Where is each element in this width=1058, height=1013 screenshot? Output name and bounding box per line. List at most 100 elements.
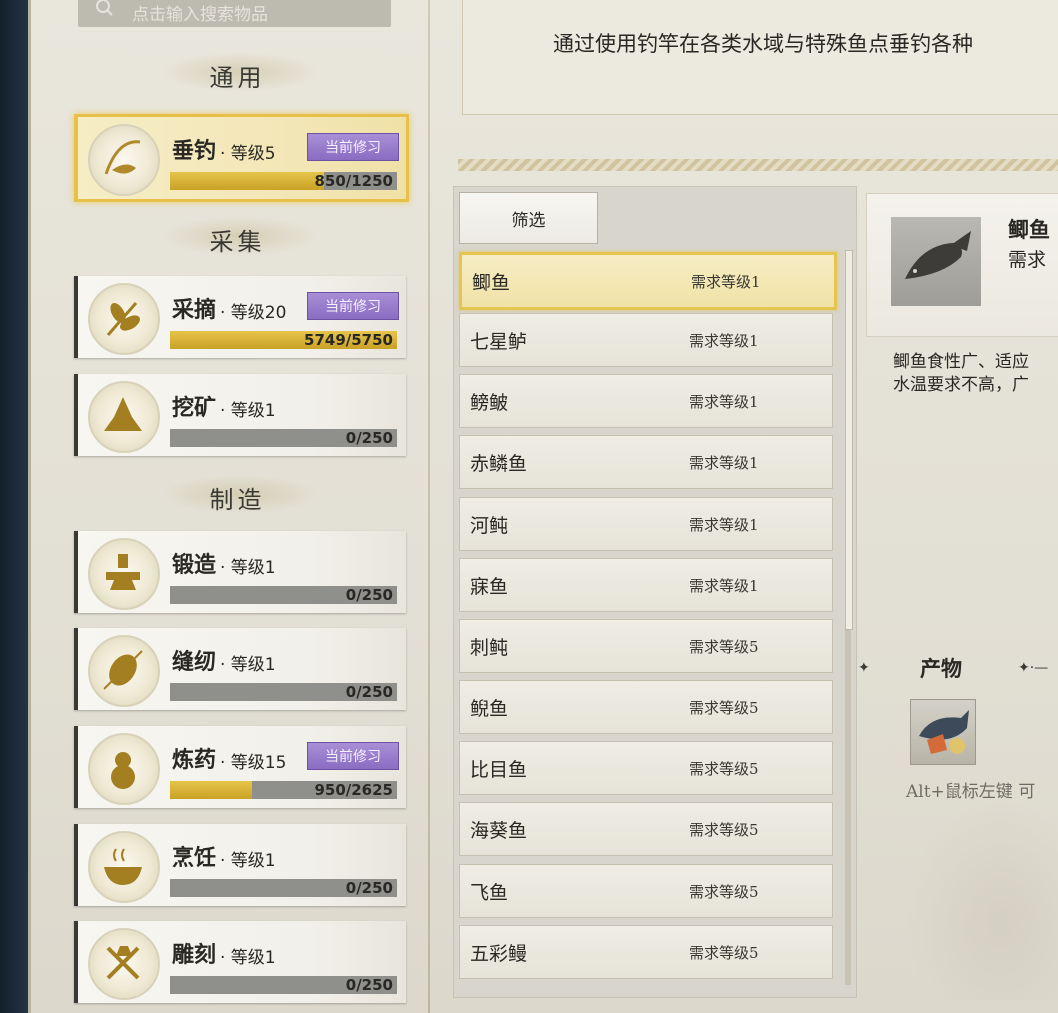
fish-name: 比目鱼 — [470, 759, 528, 781]
skill-card-sewing[interactable]: 缝纫 · 等级1 0/250 — [74, 628, 406, 710]
fish-name: 河鲀 — [470, 515, 509, 537]
cooking-bowl-icon — [88, 831, 160, 903]
detail-fish-name: 鲫鱼 — [1008, 217, 1050, 242]
diamond-ornament-icon: ✦·— — [1018, 660, 1049, 676]
fish-list-item[interactable]: 寐鱼 需求等级1 — [459, 558, 833, 612]
current-study-badge: 当前修习 — [307, 292, 399, 320]
current-study-badge: 当前修习 — [307, 742, 399, 770]
fish-list-item[interactable]: 鲫鱼 需求等级1 — [459, 252, 837, 310]
skill-level: · 等级1 — [220, 948, 276, 968]
skill-progress-text: 950/2625 — [314, 781, 393, 799]
fishing-icon — [88, 124, 160, 196]
skill-level: · 等级1 — [220, 401, 276, 421]
skill-name: 缝纫 — [172, 649, 217, 675]
anvil-icon — [88, 538, 160, 610]
fish-name: 飞鱼 — [470, 882, 509, 904]
fish-thumbnail — [891, 217, 981, 306]
column-divider — [428, 0, 430, 1013]
fish-name: 海葵鱼 — [470, 820, 528, 842]
gourd-icon — [88, 733, 160, 805]
fish-list-item[interactable]: 鲵鱼 需求等级5 — [459, 680, 833, 734]
category-title-crafting: 制造 — [209, 486, 266, 514]
search-placeholder: 点击输入搜索物品 — [132, 5, 268, 25]
skill-progress-text: 850/1250 — [314, 172, 393, 190]
skill-progress-fill — [170, 781, 253, 799]
skill-card-fishing[interactable]: 垂钓 · 等级5 当前修习 850/1250 — [74, 114, 409, 202]
fish-required-level: 需求等级1 — [689, 516, 759, 534]
fish-name: 赤鳞鱼 — [470, 453, 528, 475]
diamond-ornament-icon: ✦ — [858, 660, 870, 676]
skill-card-alchemy[interactable]: 炼药 · 等级15 当前修习 950/2625 — [74, 726, 406, 808]
fish-required-level: 需求等级1 — [691, 273, 761, 291]
skill-progress-text: 0/250 — [345, 976, 393, 994]
fish-name: 鳑鲏 — [470, 392, 509, 414]
skill-name: 雕刻 — [172, 942, 217, 968]
fish-required-level: 需求等级5 — [689, 760, 759, 778]
search-icon — [96, 0, 113, 16]
scrollbar-thumb[interactable] — [845, 250, 853, 630]
skill-progress-fill — [170, 172, 325, 190]
thread-spool-icon — [88, 635, 160, 707]
category-title-gathering: 采集 — [209, 228, 266, 256]
skill-card-carving[interactable]: 雕刻 · 等级1 0/250 — [74, 921, 406, 1003]
skill-level: · 等级5 — [220, 144, 276, 164]
fish-required-level: 需求等级1 — [689, 393, 759, 411]
fish-list-item[interactable]: 刺鲀 需求等级5 — [459, 619, 833, 673]
filter-button[interactable]: 筛选 — [459, 192, 598, 244]
skill-level: · 等级15 — [220, 753, 287, 773]
fish-list-item[interactable]: 赤鳞鱼 需求等级1 — [459, 435, 833, 489]
skill-progress-bar: 0/250 — [170, 586, 397, 604]
carving-knife-icon — [88, 928, 160, 1000]
fish-required-level: 需求等级1 — [689, 577, 759, 595]
fish-list-item[interactable]: 七星鲈 需求等级1 — [459, 313, 833, 367]
fish-required-level: 需求等级5 — [689, 699, 759, 717]
fish-list-item[interactable]: 五彩鳗 需求等级5 — [459, 925, 833, 979]
skill-progress-text: 0/250 — [345, 586, 393, 604]
skill-card-forging[interactable]: 锻造 · 等级1 0/250 — [74, 531, 406, 613]
fish-required-level: 需求等级5 — [689, 821, 759, 839]
fish-list-item[interactable]: 海葵鱼 需求等级5 — [459, 802, 833, 856]
skill-card-mining[interactable]: 挖矿 · 等级1 0/250 — [74, 374, 406, 456]
detail-description-line: 水温要求不高，广 — [893, 375, 1029, 395]
skill-progress-text: 0/250 — [345, 879, 393, 897]
product-item-slot[interactable] — [910, 699, 976, 765]
skill-name: 采摘 — [172, 297, 217, 323]
carp-icon — [905, 231, 971, 279]
fish-required-level: 需求等级1 — [689, 332, 759, 350]
skill-progress-bar: 0/250 — [170, 879, 397, 897]
category-title-general: 通用 — [209, 64, 266, 92]
skill-progress-bar: 850/1250 — [170, 172, 397, 190]
fish-name: 五彩鳗 — [470, 943, 528, 965]
detail-required-level: 需求 — [1008, 249, 1047, 271]
skill-progress-bar: 5749/5750 — [170, 331, 397, 349]
fish-required-level: 需求等级5 — [689, 638, 759, 656]
fish-name: 七星鲈 — [470, 331, 528, 353]
skill-name: 垂钓 — [172, 138, 217, 164]
product-section-title: 产物 — [920, 656, 962, 681]
product-hint-text: Alt+鼠标左键 可 — [906, 782, 1036, 802]
background-decoration — [905, 800, 1058, 1000]
fish-list-item[interactable]: 河鲀 需求等级1 — [459, 497, 833, 551]
ore-icon — [88, 381, 160, 453]
skill-card-picking[interactable]: 采摘 · 等级20 当前修习 5749/5750 — [74, 276, 406, 358]
skill-name: 锻造 — [172, 552, 217, 578]
skill-description: 通过使用钓竿在各类水域与特殊鱼点垂钓各种 — [553, 32, 973, 56]
fish-list-item[interactable]: 比目鱼 需求等级5 — [459, 741, 833, 795]
fish-name: 鲫鱼 — [472, 272, 511, 294]
decorative-wave-divider — [458, 159, 1058, 171]
skill-progress-bar: 0/250 — [170, 683, 397, 701]
fish-list-item[interactable]: 飞鱼 需求等级5 — [459, 864, 833, 918]
skill-name: 挖矿 — [172, 395, 217, 421]
fish-required-level: 需求等级5 — [689, 944, 759, 962]
skill-name: 炼药 — [172, 747, 217, 773]
skill-progress-bar: 950/2625 — [170, 781, 397, 799]
current-study-badge: 当前修习 — [307, 133, 399, 161]
skill-card-cooking[interactable]: 烹饪 · 等级1 0/250 — [74, 824, 406, 906]
detail-description-line: 鲫鱼食性广、适应 — [893, 352, 1029, 372]
skill-progress-text: 0/250 — [345, 429, 393, 447]
skill-level: · 等级1 — [220, 655, 276, 675]
detail-description: 鲫鱼食性广、适应 水温要求不高，广 — [893, 351, 1029, 397]
skill-level: · 等级20 — [220, 303, 287, 323]
fish-list-item[interactable]: 鳑鲏 需求等级1 — [459, 374, 833, 428]
fish-meat-icon — [919, 710, 969, 754]
